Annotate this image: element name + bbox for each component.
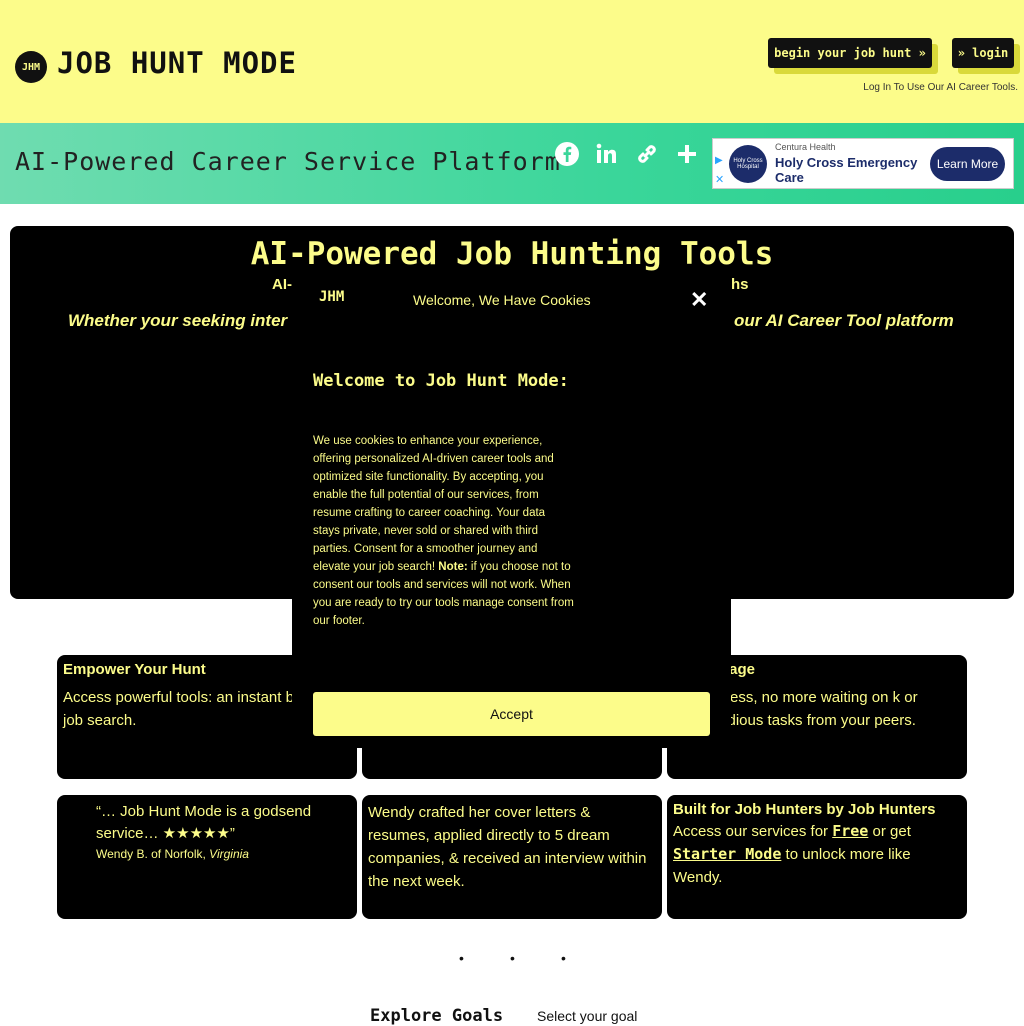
facebook-icon[interactable]	[553, 140, 581, 168]
site-header: JHM JOB HUNT MODE begin your job hunt » …	[0, 0, 1024, 123]
ad-close-icon[interactable]: ✕	[715, 173, 724, 186]
carousel-dot[interactable]: •	[459, 950, 464, 966]
ad-source: Centura Health	[775, 142, 836, 152]
explore-goals-label: Explore Goals	[370, 1006, 504, 1026]
hero-title: AI-Powered Job Hunting Tools	[250, 236, 774, 272]
modal-heading: Welcome, We Have Cookies	[413, 292, 591, 308]
modal-title: Welcome to Job Hunt Mode:	[313, 371, 569, 391]
card-title: Built for Job Hunters by Job Hunters	[673, 801, 936, 818]
advertisement[interactable]: ▶ ✕ Holy Cross Hospital Centura Health H…	[712, 138, 1014, 189]
author-state: Virginia	[209, 847, 249, 861]
card-wendy-story: Wendy crafted her cover letters & resume…	[362, 795, 662, 919]
carousel-dot[interactable]: •	[510, 950, 515, 966]
linkedin-icon[interactable]	[593, 140, 621, 168]
plus-icon[interactable]	[673, 140, 701, 168]
card-built-for-job-hunters: Built for Job Hunters by Job Hunters Acc…	[667, 795, 967, 919]
logo-badge[interactable]: JHM	[15, 51, 47, 83]
ad-logo: Holy Cross Hospital	[729, 145, 767, 183]
author-name: Wendy B. of Norfolk,	[96, 847, 210, 861]
ad-learn-more-button[interactable]: Learn More	[930, 147, 1005, 181]
starter-mode-link[interactable]: Starter Mode	[673, 845, 781, 863]
link-icon[interactable]	[633, 140, 661, 168]
testimonial-quote: “… Job Hunt Mode is a godsend service… ★…	[96, 803, 312, 842]
card-testimonial: “… Job Hunt Mode is a godsend service… ★…	[57, 795, 357, 919]
login-note: Log In To Use Our AI Career Tools.	[863, 82, 1018, 93]
hero-line-left: Whether your seeking inter	[68, 311, 288, 330]
card-text: Wendy crafted her cover letters & resume…	[368, 804, 647, 890]
cookie-consent-modal: JHM Welcome, We Have Cookies ✕ Welcome t…	[292, 271, 731, 748]
modal-body: We use cookies to enhance your experienc…	[313, 432, 575, 630]
testimonial-author: Wendy B. of Norfolk, Virginia	[96, 847, 249, 861]
card-text-mid: or get	[868, 823, 911, 840]
modal-logo: JHM	[319, 289, 345, 305]
hero-subtitle-left: AI-	[272, 276, 292, 293]
hero-line-right: our AI Career Tool platform	[734, 311, 954, 330]
modal-body-text: We use cookies to enhance your experienc…	[313, 435, 554, 573]
login-button[interactable]: » login	[952, 38, 1014, 68]
ad-title[interactable]: Holy Cross Emergency Care	[775, 155, 931, 185]
carousel-dot[interactable]: •	[561, 950, 566, 966]
card-text: Access our services for Free or get Star…	[673, 820, 961, 889]
card-text-pre: Access our services for	[673, 823, 833, 840]
free-link[interactable]: Free	[832, 822, 868, 840]
begin-job-hunt-button[interactable]: begin your job hunt »	[768, 38, 932, 68]
ad-play-icon[interactable]: ▶	[715, 155, 723, 166]
goal-select[interactable]: Select your goal	[537, 1008, 637, 1024]
brand-title[interactable]: JOB HUNT MODE	[57, 46, 297, 80]
close-icon[interactable]: ✕	[690, 287, 708, 313]
modal-note-label: Note:	[438, 561, 468, 573]
accept-cookies-button[interactable]: Accept	[313, 692, 710, 736]
tagline: AI-Powered Career Service Platform	[15, 147, 561, 176]
